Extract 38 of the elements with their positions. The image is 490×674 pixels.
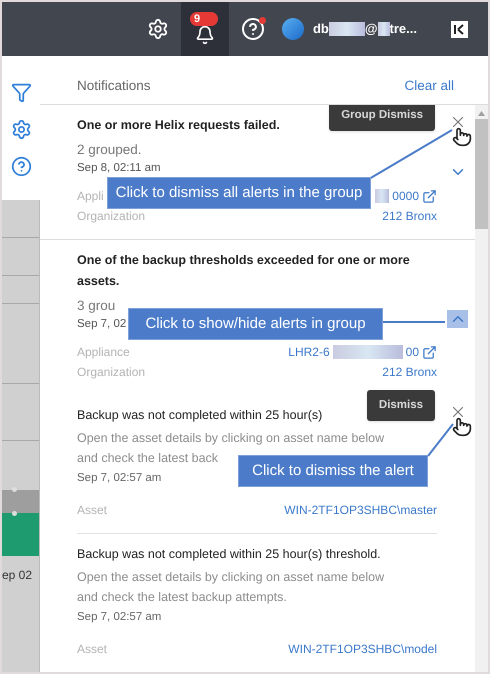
field-label: Organization (77, 364, 146, 381)
tooltip: Dismiss (366, 390, 435, 422)
field-link[interactable]: LHR2-6 (288, 343, 330, 361)
tooltip: Group Dismiss (329, 105, 435, 132)
field-link[interactable]: 212 Bronx (382, 207, 437, 225)
notification-title: One of the backup thresholds exceeded for one or more assets. (77, 252, 411, 290)
axis-label: ep 02 (2, 567, 32, 584)
clear-all-link[interactable]: Clear all (404, 76, 454, 96)
user-name[interactable]: db (312, 19, 329, 39)
callout: Click to dismiss the alert (238, 455, 428, 487)
user-name[interactable]: @ (364, 19, 378, 39)
grouped-count: 2 grouped. (77, 141, 142, 159)
alert-title: Backup was not completed within 25 hour(s) (77, 407, 322, 424)
alert-title: Backup was not completed within 25 hour(s) threshold. (77, 546, 381, 563)
alert-time: Sep 7, 02:57 am (77, 610, 162, 625)
notification-badge: 9 (190, 12, 218, 26)
field-link[interactable]: WIN-2TF1OP3SHBC\master (284, 501, 437, 519)
field-link[interactable]: 0000 (392, 187, 419, 205)
field-link[interactable]: 00 (406, 343, 419, 361)
field-label: Organization (77, 208, 146, 225)
notification-title: One or more Helix requests failed. (77, 117, 281, 134)
field-label: Asset (77, 502, 108, 519)
callout: Click to dismiss all alerts in the group (107, 177, 371, 209)
field-label: Appliance (77, 344, 130, 361)
notification-time: Sep 8, 02:11 am (77, 161, 161, 176)
callout: Click to show/hide alerts in group (128, 308, 383, 340)
alert-description: and check the latest backup attempts. (77, 589, 287, 606)
alert-description: and check the latest back (77, 450, 218, 467)
alert-time: Sep 7, 02:57 am (77, 471, 162, 486)
alert-description: Open the asset details by clicking on asset name below (77, 430, 384, 447)
field-label: Appli (77, 188, 104, 205)
field-link[interactable]: WIN-2TF1OP3SHBC\model (288, 640, 437, 658)
alert-description: Open the asset details by clicking on asset name below (77, 569, 384, 586)
notification-time: Sep 7, 02 (77, 317, 126, 332)
panel-title: Notifications (77, 76, 151, 95)
grouped-count: 3 grou (77, 297, 116, 315)
field-link[interactable]: 212 Bronx (382, 363, 437, 381)
field-label: Asset (77, 641, 108, 658)
